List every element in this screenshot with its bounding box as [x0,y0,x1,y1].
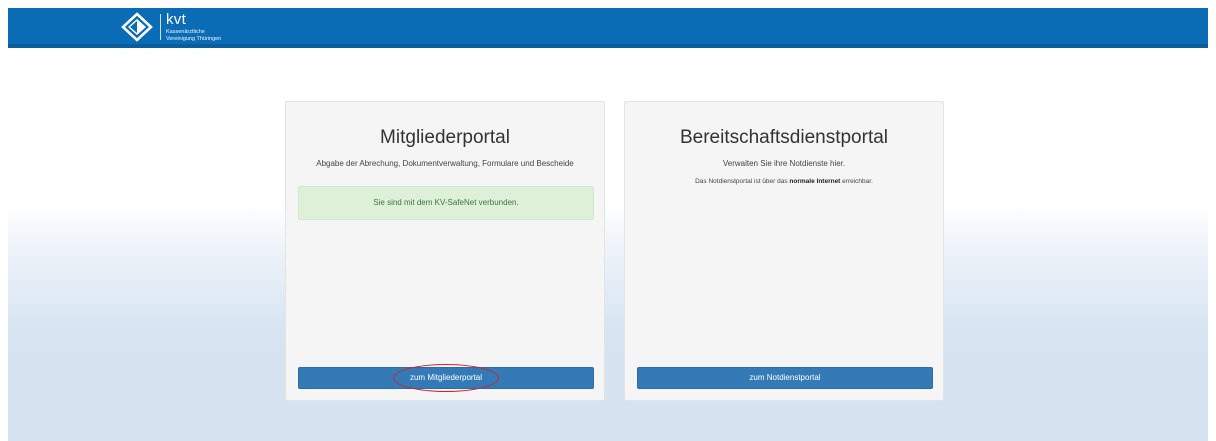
top-navigation-bar: kvt Kassenärztliche Vereinigung Thüringe… [8,8,1208,48]
member-portal-subtitle: Abgabe der Abrechung, Dokumentverwaltung… [316,159,574,168]
standby-portal-subtitle: Verwalten Sie ihre Notdienste hier. [722,159,846,168]
member-portal-button[interactable]: zum Mitgliederportal [298,367,594,389]
page-background: kvt Kassenärztliche Vereinigung Thüringe… [8,8,1208,441]
logo-name: kvt [166,11,187,28]
kvt-logo-icon [121,12,153,42]
standby-portal-card: Bereitschaftsdienstportal Verwalten Sie … [624,101,944,401]
note-text-after: erreichbar. [840,178,873,185]
member-portal-card: Mitgliederportal Abgabe der Abrechung, D… [285,101,605,401]
note-text-bold: normale Internet [789,178,841,185]
logo-divider [160,14,161,40]
safenet-status-alert: Sie sind mit dem KV-SafeNet verbunden. [298,186,594,220]
logo-text: kvt Kassenärztliche Vereinigung Thüringe… [166,12,221,42]
standby-portal-title: Bereitschaftsdienstportal [679,127,889,148]
note-text-before: Das Notdienstportal ist über das [695,178,790,185]
kvt-logo[interactable]: kvt Kassenärztliche Vereinigung Thüringe… [120,10,221,44]
standby-portal-button[interactable]: zum Notdienstportal [637,367,933,389]
member-portal-title: Mitgliederportal [380,127,510,148]
logo-subtitle-line2: Vereinigung Thüringen [166,35,222,42]
standby-portal-note: Das Notdienstportal ist über das normale… [625,178,943,185]
